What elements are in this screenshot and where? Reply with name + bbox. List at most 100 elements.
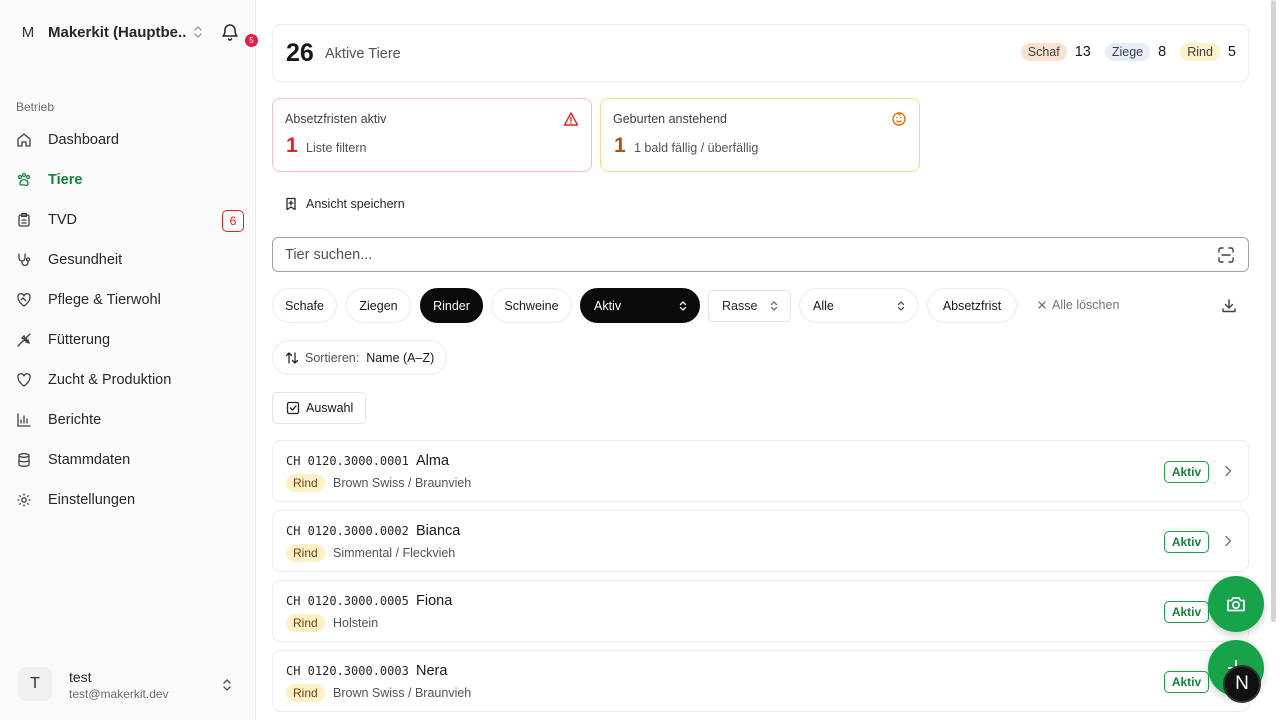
animal-breed: Brown Swiss / Braunvieh <box>333 686 472 700</box>
animal-tvd-id: CH 0120.3000.0003 <box>286 664 409 678</box>
workspace-name: Makerkit (Hauptbe... <box>48 23 186 41</box>
filter-species-schafe[interactable]: Schafe <box>272 288 337 323</box>
alert-title: Absetzfristen aktiv <box>285 112 387 126</box>
sidebar-nav: Dashboard Tiere TVD 6 Gesundheit Pflege … <box>8 124 248 524</box>
stats-summary: 26 Aktive Tiere Schaf 13 Ziege 8 Rind 5 <box>272 24 1249 82</box>
sort-arrows-icon <box>285 351 299 364</box>
chevrons-up-down-icon <box>194 26 202 38</box>
camera-fab-button[interactable] <box>1208 576 1264 632</box>
sort-value: Name (A–Z) <box>366 350 435 365</box>
sidebar-item-label: Stammdaten <box>48 452 131 468</box>
scrollbar[interactable] <box>1270 0 1278 622</box>
list-item[interactable]: CH 0120.3000.0001 Alma Rind Brown Swiss … <box>272 440 1249 502</box>
paw-icon <box>17 172 31 186</box>
tvd-count-badge: 6 <box>222 210 244 232</box>
sidebar-item-label: TVD <box>48 212 77 228</box>
active-animals-count: 26 <box>286 39 314 67</box>
active-animals-label: Aktive Tiere <box>325 46 401 62</box>
database-icon <box>18 453 30 467</box>
sidebar-item-label: Einstellungen <box>48 492 136 508</box>
species-chip-schaf: Schaf <box>1020 43 1067 61</box>
baby-icon <box>892 112 906 126</box>
chevrons-up-down-icon <box>770 301 778 311</box>
species-chip-rind: Rind <box>1180 43 1220 61</box>
status-badge: Aktiv <box>1164 531 1209 553</box>
species-count-schaf: 13 <box>1074 44 1091 60</box>
bar-chart-icon <box>17 413 31 427</box>
filter-species-rinder[interactable]: Rinder <box>420 288 483 323</box>
animal-name: Alma <box>416 453 450 469</box>
animal-name: Bianca <box>416 523 461 539</box>
filter-weaning[interactable]: Absetzfrist <box>927 288 1017 323</box>
heart-icon <box>17 373 31 387</box>
status-select[interactable]: Aktiv <box>580 288 700 323</box>
stethoscope-icon <box>18 253 31 267</box>
assistant-button[interactable]: N <box>1223 665 1261 703</box>
sidebar-item-label: Gesundheit <box>48 252 123 268</box>
sidebar-item-tiere[interactable]: Tiere <box>8 164 248 196</box>
animal-name: Nera <box>416 663 448 679</box>
sidebar-item-einstellungen[interactable]: Einstellungen <box>8 484 248 516</box>
clipboard-icon <box>18 212 30 227</box>
animal-breed: Simmental / Fleckvieh <box>333 546 456 560</box>
alert-subtext: 1 bald fällig / überfällig <box>634 141 759 155</box>
group-select[interactable]: Alle <box>799 288 918 323</box>
sort-control[interactable]: Sortieren: Name (A–Z) <box>272 340 448 375</box>
status-badge: Aktiv <box>1164 601 1209 623</box>
bell-icon[interactable] <box>220 22 240 42</box>
list-item[interactable]: CH 0120.3000.0002 Bianca Rind Simmental … <box>272 510 1249 572</box>
species-breakdown: Schaf 13 Ziege 8 Rind 5 <box>1020 43 1236 61</box>
list-item[interactable]: CH 0120.3000.0003 Nera Rind Brown Swiss … <box>272 650 1249 712</box>
sidebar-section-label: Betrieb <box>16 100 55 114</box>
search-input[interactable] <box>285 238 1185 271</box>
births-alert-card[interactable]: Geburten anstehend 1 1 bald fällig / übe… <box>600 98 920 172</box>
selection-label: Auswahl <box>306 401 354 415</box>
status-badge: Aktiv <box>1164 671 1209 693</box>
alert-title: Geburten anstehend <box>613 112 727 126</box>
filter-species-schweine[interactable]: Schweine <box>491 288 572 323</box>
chevrons-up-down-icon <box>679 301 687 311</box>
alert-count: 1 <box>286 134 298 157</box>
avatar: T <box>18 667 52 701</box>
sidebar-item-label: Zucht & Produktion <box>48 372 172 388</box>
animal-tvd-id: CH 0120.3000.0005 <box>286 594 409 608</box>
sidebar: M Makerkit (Hauptbe... 5 Betrieb Dashboa… <box>0 0 258 720</box>
alert-count: 1 <box>614 134 626 157</box>
gear-icon <box>17 493 31 507</box>
sidebar-item-zucht[interactable]: Zucht & Produktion <box>8 364 248 396</box>
download-icon[interactable] <box>1221 298 1237 314</box>
status-badge: Aktiv <box>1164 461 1209 483</box>
sidebar-item-berichte[interactable]: Berichte <box>8 404 248 436</box>
scrollbar-thumb[interactable] <box>1271 0 1276 622</box>
animal-breed: Holstein <box>333 616 379 630</box>
workspace-switcher[interactable]: M Makerkit (Hauptbe... 5 <box>16 16 258 48</box>
checkbox-icon <box>286 401 300 415</box>
sidebar-item-label: Fütterung <box>48 332 111 348</box>
clear-all-filters-button[interactable]: Alle löschen <box>1037 298 1119 312</box>
warning-icon <box>563 112 579 126</box>
animal-breed: Brown Swiss / Braunvieh <box>333 476 472 490</box>
selection-mode-button[interactable]: Auswahl <box>272 392 366 424</box>
sidebar-item-gesundheit[interactable]: Gesundheit <box>8 244 248 276</box>
species-chip: Rind <box>286 684 325 702</box>
sidebar-item-fuetterung[interactable]: Fütterung <box>8 324 248 356</box>
filter-bar: Schafe Ziegen Rinder Schweine Aktiv Rass… <box>0 288 1280 324</box>
sidebar-item-stammdaten[interactable]: Stammdaten <box>8 444 248 476</box>
breed-select[interactable]: Rasse <box>708 290 791 322</box>
user-menu[interactable]: T test test@makerkit.dev <box>16 664 244 708</box>
list-item[interactable]: CH 0120.3000.0005 Fiona Rind Holstein Ak… <box>272 580 1249 642</box>
sidebar-item-label: Dashboard <box>48 132 119 148</box>
species-chip: Rind <box>286 614 325 632</box>
animal-name: Fiona <box>416 593 453 609</box>
filter-species-ziegen[interactable]: Ziegen <box>346 288 411 323</box>
chevrons-up-down-icon <box>897 301 905 311</box>
close-icon <box>1038 301 1046 309</box>
status-select-value: Aktiv <box>594 298 622 313</box>
sidebar-item-label: Tiere <box>48 172 83 188</box>
sidebar-item-dashboard[interactable]: Dashboard <box>8 124 248 156</box>
sidebar-item-tvd[interactable]: TVD 6 <box>8 204 248 236</box>
weaning-alert-card[interactable]: Absetzfristen aktiv 1 Liste filtern <box>272 98 592 172</box>
save-view-button[interactable]: Ansicht speichern <box>284 195 405 213</box>
user-name: test <box>69 669 92 685</box>
scan-icon[interactable] <box>1217 246 1235 264</box>
